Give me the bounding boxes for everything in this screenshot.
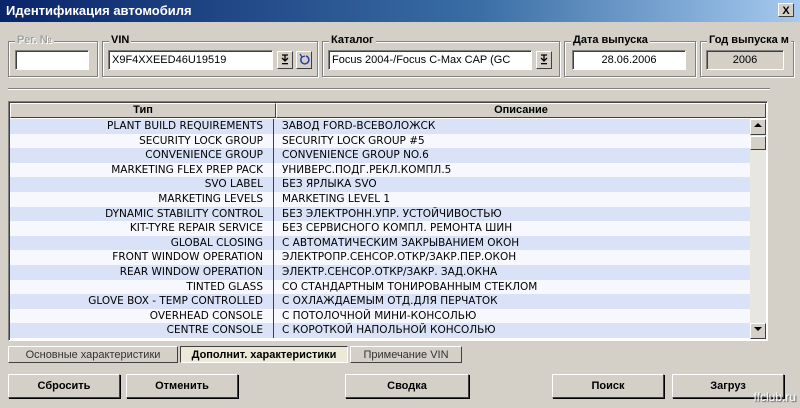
vin-label: VIN xyxy=(109,34,132,46)
cell-type: REAR WINDOW OPERATION xyxy=(10,264,274,280)
separator xyxy=(8,88,770,90)
watermark: ffclub.ru xyxy=(753,390,796,404)
title-bar: Идентификация автомобиля X xyxy=(0,0,800,22)
table-row[interactable]: MARKETING FLEX PREP PACK УНИВЕРС.ПОДГ.РЕК… xyxy=(10,162,750,178)
cell-type: PLANT BUILD REQUIREMENTS xyxy=(10,119,274,134)
tab-additional-characteristics[interactable]: Дополнит. характеристики xyxy=(180,346,348,363)
grid-rows: PLANT BUILD REQUIREMENTS ЗАВОД FORD-ВСЕВО… xyxy=(10,119,750,338)
release-date-label: Дата выпуска xyxy=(571,34,650,46)
cell-description: С ПОТОЛОЧНОЙ МИНИ-КОНСОЛЬЮ xyxy=(282,309,477,322)
cell-type: KIT-TYRE REPAIR SERVICE xyxy=(10,221,274,236)
column-header-type[interactable]: Тип xyxy=(10,103,276,118)
table-row[interactable]: REAR WINDOW OPERATION ЭЛЕКТР.СЕНСОР.ОТКР/… xyxy=(10,264,750,280)
cell-type: MARKETING FLEX PREP PACK xyxy=(10,162,274,178)
cell-description: С КОРОТКОЙ НАПОЛЬНОЙ КОНСОЛЬЮ xyxy=(282,324,496,337)
table-row[interactable]: SVO LABEL БЕЗ ЯРЛЫКА SVO xyxy=(10,177,750,192)
cell-description: ЗАВОД FORD-ВСЕВОЛОЖСК xyxy=(282,120,436,132)
cell-description: ЭЛЕКТР.СЕНСОР.ОТКР/ЗАКР. ЗАД.ОКНА xyxy=(282,265,498,278)
cell-description: С ОХЛАЖДАЕМЫМ ОТД.ДЛЯ ПЕРЧАТОК xyxy=(282,295,498,308)
cell-description: ЭЛЕКТРОПР.СЕНСОР.ОТКР/ЗАКР.ПЕР.ОКОН xyxy=(282,251,517,264)
table-row[interactable]: KIT-TYRE REPAIR SERVICE БЕЗ СЕРВИСНОГО КО… xyxy=(10,221,750,236)
cell-type: SVO LABEL xyxy=(10,177,274,192)
reg-label: Рег. № xyxy=(15,34,55,46)
cell-type: TINTED GLASS xyxy=(10,279,274,295)
characteristics-grid[interactable]: Тип Описание PLANT BUILD REQUIREMENTS ЗАВ… xyxy=(8,101,768,341)
window-title: Идентификация автомобиля xyxy=(6,3,192,18)
triangle-up-icon xyxy=(754,123,762,127)
cell-type: SECURITY LOCK GROUP xyxy=(10,133,274,149)
vin-undo-button[interactable] xyxy=(296,51,312,69)
table-row[interactable]: MARKETING LEVELS MARKETING LEVEL 1 xyxy=(10,191,750,207)
cell-description: БЕЗ ЭЛЕКТРОНН.УПР. УСТОЙЧИВОСТЬЮ xyxy=(282,207,502,220)
cell-description: УНИВЕРС.ПОДГ.РЕКЛ.КОМПЛ.5 xyxy=(282,163,452,176)
triangle-down-icon xyxy=(754,327,762,331)
grid-header: Тип Описание xyxy=(10,103,766,118)
cell-type: GLOVE BOX - TEMP CONTROLLED xyxy=(10,294,274,309)
cell-type: DYNAMIC STABILITY CONTROL xyxy=(10,206,274,222)
vin-dropdown-button[interactable] xyxy=(277,51,293,69)
table-row[interactable]: CENTRE CONSOLE С КОРОТКОЙ НАПОЛЬНОЙ КОНСО… xyxy=(10,323,750,338)
cell-description: С АВТОМАТИЧЕСКИМ ЗАКРЫВАНИЕМ ОКОН xyxy=(282,236,520,249)
scroll-thumb[interactable] xyxy=(750,136,766,150)
table-row[interactable]: TINTED GLASS СО СТАНДАРТНЫМ ТОНИРОВАННЫМ … xyxy=(10,279,750,295)
cell-type: CONVENIENCE GROUP xyxy=(10,148,274,163)
catalog-dropdown-button[interactable] xyxy=(536,51,552,69)
reg-number-input[interactable] xyxy=(15,50,89,70)
release-date-field[interactable]: 28.06.2006 xyxy=(572,50,686,70)
search-button[interactable]: Поиск xyxy=(552,374,664,398)
catalog-label: Каталог xyxy=(329,34,376,46)
table-row[interactable]: GLOBAL CLOSING С АВТОМАТИЧЕСКИМ ЗАКРЫВАНИ… xyxy=(10,235,750,251)
dropdown-arrow-icon xyxy=(540,54,548,65)
dropdown-arrow-icon xyxy=(281,54,289,65)
catalog-select[interactable]: Focus 2004-/Focus C-Max CAP (GC xyxy=(328,50,532,70)
scroll-down-button[interactable] xyxy=(750,323,766,339)
cell-description: СО СТАНДАРТНЫМ ТОНИРОВАННЫМ СТЕКЛОМ xyxy=(282,280,538,293)
table-row[interactable]: GLOVE BOX - TEMP CONTROLLED С ОХЛАЖДАЕМЫМ… xyxy=(10,294,750,309)
scroll-up-button[interactable] xyxy=(750,119,766,135)
reset-button[interactable]: Сбросить xyxy=(8,374,120,398)
table-row[interactable]: DYNAMIC STABILITY CONTROL БЕЗ ЭЛЕКТРОНН.У… xyxy=(10,206,750,222)
cell-type: FRONT WINDOW OPERATION xyxy=(10,250,274,265)
tab-main-characteristics[interactable]: Основные характеристики xyxy=(8,346,178,363)
cell-type: MARKETING LEVELS xyxy=(10,191,274,207)
cell-description: БЕЗ ЯРЛЫКА SVO xyxy=(282,178,377,191)
release-year-label: Год выпуска м xyxy=(707,34,791,46)
cell-description: SECURITY LOCK GROUP #5 xyxy=(282,134,425,147)
tab-vin-note[interactable]: Примечание VIN xyxy=(350,346,462,363)
cell-type: GLOBAL CLOSING xyxy=(10,235,274,251)
undo-icon xyxy=(299,53,310,65)
tab-strip: Основные характеристики Дополнит. характ… xyxy=(8,346,464,364)
table-row[interactable]: CONVENIENCE GROUP CONVENIENCE GROUP NO.6 xyxy=(10,148,750,163)
vertical-scrollbar[interactable] xyxy=(750,119,766,339)
cell-description: CONVENIENCE GROUP NO.6 xyxy=(282,149,429,162)
cell-type: OVERHEAD CONSOLE xyxy=(10,308,274,324)
table-row[interactable]: FRONT WINDOW OPERATION ЭЛЕКТРОПР.СЕНСОР.О… xyxy=(10,250,750,265)
table-row[interactable]: PLANT BUILD REQUIREMENTS ЗАВОД FORD-ВСЕВО… xyxy=(10,119,750,134)
cell-type: CENTRE CONSOLE xyxy=(10,323,274,338)
cell-description: БЕЗ СЕРВИСНОГО КОМПЛ. РЕМОНТА ШИН xyxy=(282,222,513,235)
cell-description: MARKETING LEVEL 1 xyxy=(282,192,391,205)
table-row[interactable]: OVERHEAD CONSOLE С ПОТОЛОЧНОЙ МИНИ-КОНСОЛ… xyxy=(10,308,750,324)
cancel-button[interactable]: Отменить xyxy=(126,374,238,398)
summary-button[interactable]: Сводка xyxy=(345,374,469,398)
table-row[interactable]: SECURITY LOCK GROUP SECURITY LOCK GROUP #… xyxy=(10,133,750,149)
vin-input[interactable]: X9F4XXEED46U19519 xyxy=(108,50,273,70)
close-button[interactable]: X xyxy=(778,3,794,17)
release-year-field: 2006 xyxy=(706,50,784,70)
column-header-description[interactable]: Описание xyxy=(276,103,766,118)
